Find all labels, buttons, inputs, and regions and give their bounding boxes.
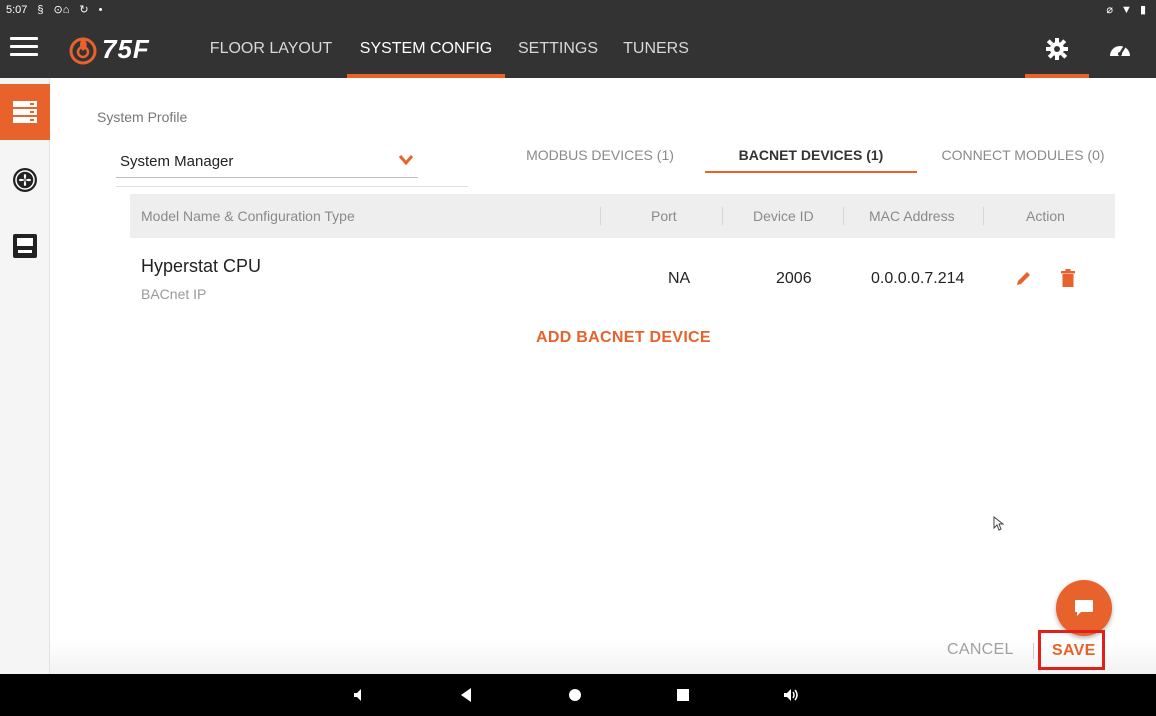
rail-item-fan[interactable]	[0, 152, 50, 208]
dashboard-gauge-icon[interactable]	[1100, 20, 1140, 78]
tab-floor-layout[interactable]: FLOOR LAYOUT	[205, 20, 337, 78]
thermostat-icon	[13, 234, 37, 258]
gear-icon[interactable]	[1025, 20, 1089, 78]
status-left: 5:07 § ⊙⌂ ↻ •	[6, 0, 103, 20]
system-profile-value: System Manager	[120, 153, 234, 170]
column-separator	[983, 207, 984, 225]
device-config-type: BACnet IP	[141, 286, 207, 302]
column-header-action: Action	[1026, 208, 1065, 224]
device-mac-address: 0.0.0.0.7.214	[871, 270, 965, 287]
column-separator	[843, 207, 844, 225]
device-model-name: Hyperstat CPU	[141, 256, 262, 276]
fan-icon	[13, 168, 37, 192]
volume-up-icon[interactable]	[780, 684, 802, 706]
chevron-down-icon	[398, 155, 414, 166]
delete-trash-icon[interactable]	[1057, 267, 1079, 289]
column-header-model-name: Model Name & Configuration Type	[141, 208, 355, 224]
tab-connect-modules[interactable]: CONNECT MODULES (0)	[930, 137, 1116, 173]
column-separator	[600, 207, 601, 225]
column-header-device-id: Device ID	[753, 208, 814, 224]
edit-pencil-icon[interactable]	[1013, 267, 1035, 289]
device-id: 2006	[776, 270, 812, 287]
rail-item-system-devices[interactable]	[0, 84, 50, 140]
button-separator	[1033, 643, 1034, 659]
wifi-icon: ▼	[1121, 4, 1132, 16]
logo-text: 75F	[102, 33, 150, 64]
save-button[interactable]: SAVE	[1038, 630, 1105, 670]
table-header: Model Name & Configuration Type Port Dev…	[130, 194, 1115, 238]
tab-modbus-devices[interactable]: MODBUS DEVICES (1)	[515, 137, 685, 173]
mouse-cursor-icon	[993, 516, 1005, 531]
recent-apps-icon[interactable]	[672, 684, 694, 706]
save-button-label: SAVE	[1052, 642, 1096, 659]
system-profile-dropdown[interactable]: System Manager	[116, 146, 418, 178]
app-bar: 75F FLOOR LAYOUT SYSTEM CONFIG SETTINGS …	[0, 20, 1156, 78]
cancel-button[interactable]: CANCEL	[947, 641, 1014, 659]
status-right: ⌀ ▼ ▮	[1106, 0, 1146, 20]
side-rail	[0, 78, 50, 674]
server-stack-icon	[13, 101, 37, 123]
tab-settings[interactable]: SETTINGS	[513, 20, 603, 78]
column-header-port: Port	[651, 208, 677, 224]
column-header-mac-address: MAC Address	[869, 208, 955, 224]
tab-tuners[interactable]: TUNERS	[620, 20, 692, 78]
hamburger-menu-icon[interactable]	[10, 37, 38, 61]
system-profile-label: System Profile	[97, 109, 188, 125]
status-bar: 5:07 § ⊙⌂ ↻ • ⌀ ▼ ▮	[0, 0, 1156, 20]
cloud-link-icon: ⊙⌂	[53, 4, 70, 16]
back-icon[interactable]	[455, 684, 477, 706]
chat-bubble-icon	[1075, 600, 1093, 616]
mute-icon: ⌀	[1106, 4, 1114, 16]
chat-button[interactable]	[1056, 580, 1112, 636]
tab-bacnet-devices[interactable]: BACNET DEVICES (1)	[705, 137, 917, 173]
system-navigation-bar	[0, 674, 1156, 716]
divider	[116, 186, 468, 187]
screen: 5:07 § ⊙⌂ ↻ • ⌀ ▼ ▮ 75F FLOOR LAYOUT SYS…	[0, 0, 1156, 716]
volume-down-icon[interactable]	[349, 684, 371, 706]
sync-icon: ↻	[79, 4, 89, 16]
device-port: NA	[668, 270, 691, 287]
logo: 75F	[68, 32, 150, 66]
column-separator	[722, 207, 723, 225]
add-bacnet-device-button[interactable]: ADD BACNET DEVICE	[536, 329, 711, 347]
notification-s-icon: §	[37, 4, 44, 16]
tab-system-config[interactable]: SYSTEM CONFIG	[347, 20, 505, 78]
rail-item-thermostat[interactable]	[0, 218, 50, 274]
battery-icon: ▮	[1139, 4, 1146, 16]
status-time: 5:07	[6, 4, 28, 16]
home-icon[interactable]	[564, 684, 586, 706]
flame-logo-icon	[69, 37, 97, 65]
table-row: Hyperstat CPU BACnet IP NA 2006 0.0.0.0.…	[130, 248, 1115, 310]
dot-icon: •	[98, 4, 103, 16]
